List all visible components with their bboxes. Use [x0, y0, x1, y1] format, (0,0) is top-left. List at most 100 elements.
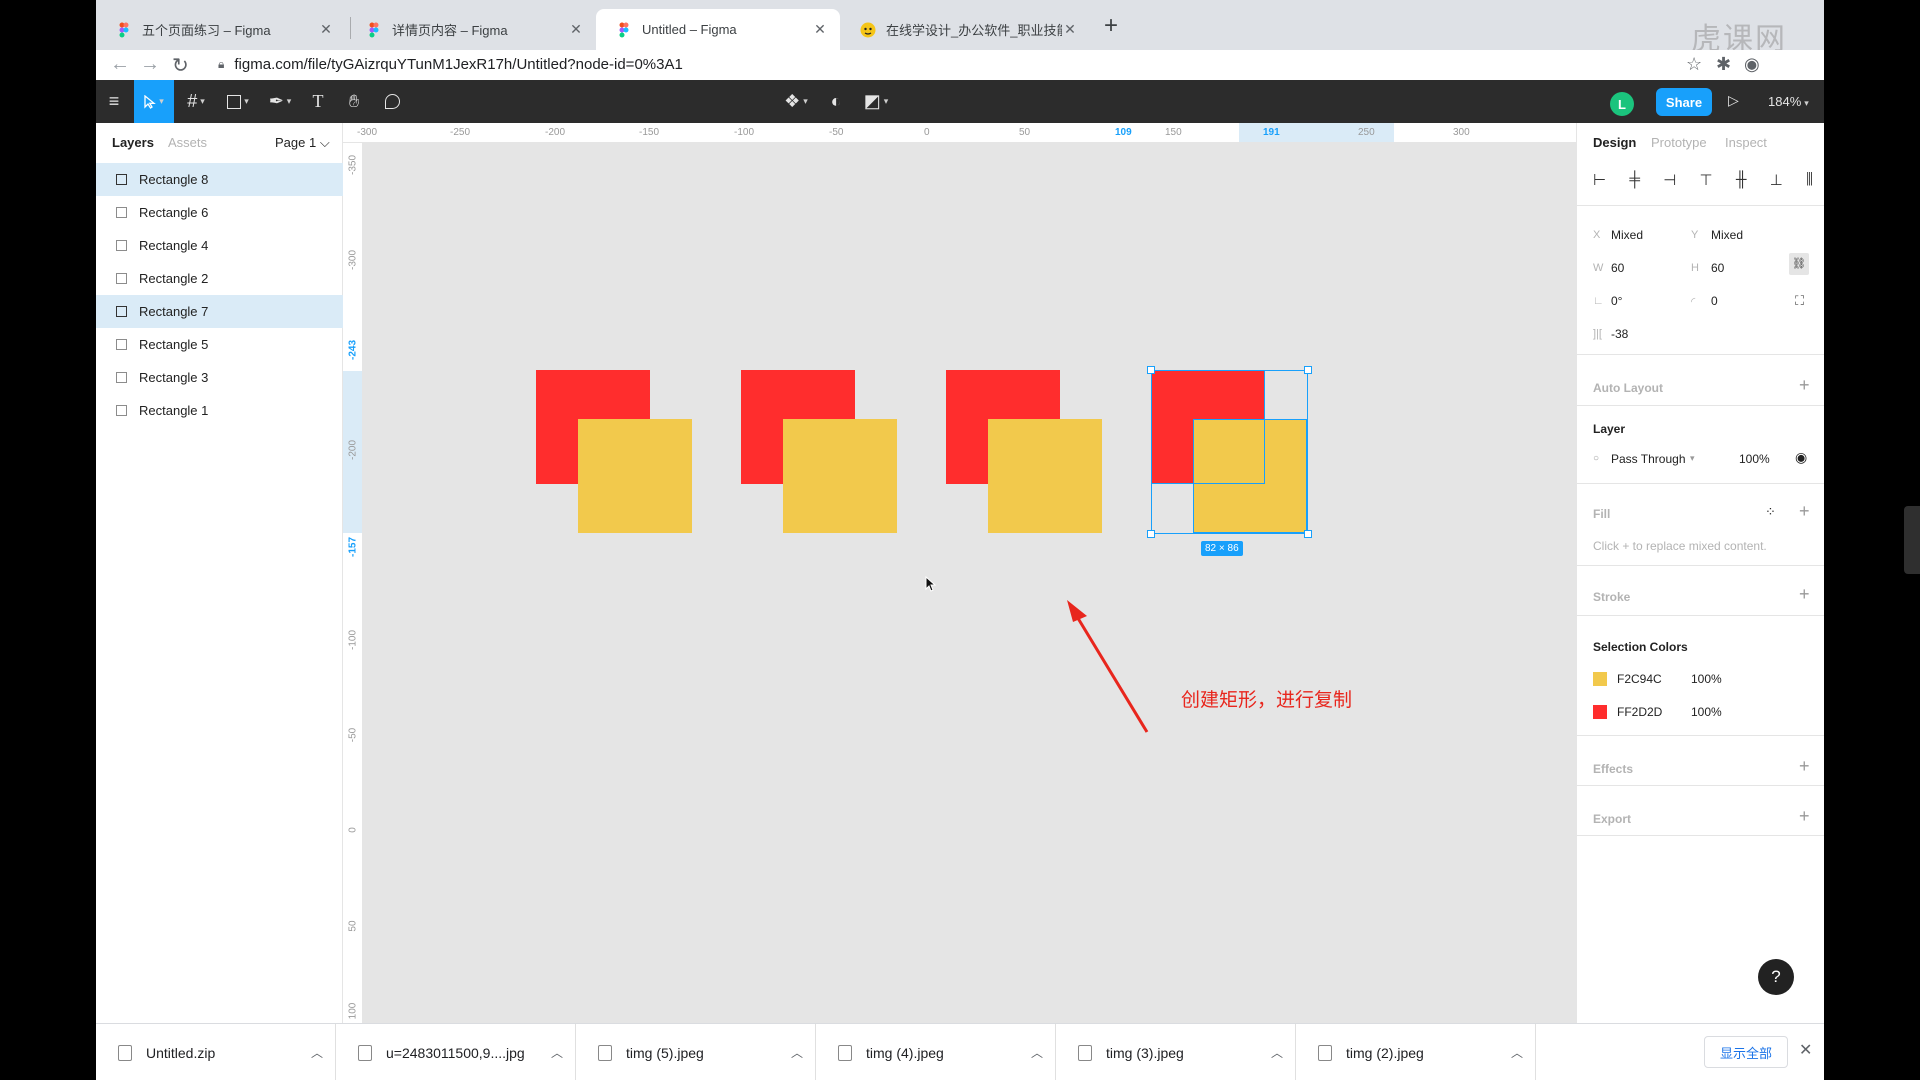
align-top-icon[interactable]: ⊤: [1700, 171, 1713, 189]
hand-tool[interactable]: ✋︎: [336, 80, 372, 123]
star-icon[interactable]: ☆: [1686, 54, 1702, 75]
close-icon[interactable]: ✕: [812, 21, 828, 38]
reload-icon[interactable]: ↻: [172, 53, 189, 78]
yellow-rectangle[interactable]: [783, 419, 897, 533]
rotation-field[interactable]: 0°: [1611, 294, 1622, 308]
comment-tool[interactable]: [374, 80, 410, 123]
blend-mode-select[interactable]: Pass Through: [1611, 452, 1686, 466]
layer-item[interactable]: Rectangle 8: [96, 163, 343, 196]
height-field[interactable]: 60: [1711, 261, 1724, 275]
download-item[interactable]: timg (3).jpeg ︿: [1056, 1024, 1296, 1080]
download-item[interactable]: timg (5).jpeg ︿: [576, 1024, 816, 1080]
chevron-up-icon[interactable]: ︿: [791, 1044, 803, 1061]
resize-handle[interactable]: [1304, 530, 1312, 538]
eye-icon[interactable]: ◉: [1795, 449, 1807, 466]
add-effect-icon[interactable]: +: [1799, 756, 1810, 777]
layer-item[interactable]: Rectangle 2: [96, 262, 343, 295]
new-tab-button[interactable]: +: [1104, 12, 1118, 40]
add-fill-icon[interactable]: +: [1799, 501, 1810, 522]
browser-tab[interactable]: 详情页内容 – Figma ✕: [346, 9, 596, 50]
tab-assets[interactable]: Assets: [168, 135, 207, 150]
x-field[interactable]: Mixed: [1611, 228, 1643, 242]
share-button[interactable]: Share: [1656, 88, 1712, 116]
distribute-icon[interactable]: ⫼: [1806, 171, 1813, 189]
layer-item[interactable]: Rectangle 4: [96, 229, 343, 262]
browser-tab-active[interactable]: Untitled – Figma ✕: [596, 9, 840, 50]
shape-tool[interactable]: ▾: [218, 80, 258, 123]
avatar[interactable]: L: [1610, 92, 1634, 116]
zoom-dropdown[interactable]: 184% ▾: [1768, 94, 1809, 109]
download-item[interactable]: timg (4).jpeg ︿: [816, 1024, 1056, 1080]
independent-corners-icon[interactable]: ⛶: [1795, 293, 1804, 309]
spacing-field[interactable]: -38: [1611, 327, 1628, 341]
close-icon[interactable]: ✕: [318, 21, 334, 38]
color-hex[interactable]: F2C94C: [1617, 672, 1662, 686]
align-right-icon[interactable]: ⊣: [1663, 171, 1676, 189]
constrain-proportions-icon[interactable]: ⛓︎: [1789, 253, 1809, 275]
pen-tool[interactable]: ✒︎ ▾: [260, 80, 300, 123]
canvas[interactable]: 82 × 86 创建矩形，进行复制: [363, 143, 1576, 1023]
color-opacity[interactable]: 100%: [1691, 705, 1722, 719]
yellow-rectangle[interactable]: [578, 419, 692, 533]
yellow-rectangle[interactable]: [988, 419, 1102, 533]
close-icon[interactable]: ✕: [568, 21, 584, 38]
layer-item[interactable]: Rectangle 5: [96, 328, 343, 361]
color-hex[interactable]: FF2D2D: [1617, 705, 1662, 719]
add-stroke-icon[interactable]: +: [1799, 584, 1810, 605]
download-item[interactable]: timg (2).jpeg ︿: [1296, 1024, 1536, 1080]
y-field[interactable]: Mixed: [1711, 228, 1743, 242]
move-tool[interactable]: ▾: [134, 80, 174, 123]
align-bottom-icon[interactable]: ⊥: [1770, 171, 1783, 189]
color-opacity[interactable]: 100%: [1691, 672, 1722, 686]
chevron-up-icon[interactable]: ︿: [1271, 1044, 1283, 1061]
download-item[interactable]: Untitled.zip ︿: [96, 1024, 336, 1080]
align-vertical-center-icon[interactable]: ╫: [1736, 171, 1747, 189]
selection-bounding-box[interactable]: [1151, 370, 1308, 534]
text-tool[interactable]: T: [302, 80, 334, 123]
resize-handle[interactable]: [1147, 530, 1155, 538]
menu-icon[interactable]: ≡: [96, 80, 132, 123]
browser-tab[interactable]: 五个页面练习 – Figma ✕: [96, 9, 346, 50]
align-horizontal-center-icon[interactable]: ╪: [1629, 171, 1640, 189]
tab-design[interactable]: Design: [1593, 135, 1636, 150]
chevron-up-icon[interactable]: ︿: [551, 1044, 563, 1061]
play-icon[interactable]: ▷: [1728, 92, 1739, 109]
styles-icon[interactable]: ⁘: [1765, 504, 1776, 520]
extension-icon[interactable]: ✱: [1716, 54, 1731, 75]
browser-tab[interactable]: 在线学设计_办公软件_职业技能 ✕: [840, 9, 1090, 50]
add-auto-layout-icon[interactable]: +: [1799, 375, 1810, 396]
url-field[interactable]: 🔒︎ figma.com/file/tyGAizrquYTunM1JexR17h…: [208, 50, 1778, 78]
tab-layers[interactable]: Layers: [112, 135, 154, 150]
color-swatch[interactable]: [1593, 672, 1607, 686]
layer-opacity-field[interactable]: 100%: [1739, 452, 1770, 466]
resize-handle[interactable]: [1147, 366, 1155, 374]
chevron-up-icon[interactable]: ︿: [1031, 1044, 1043, 1061]
chevron-up-icon[interactable]: ︿: [311, 1044, 323, 1061]
boolean-tool[interactable]: ◩ ▾: [854, 80, 898, 123]
back-icon[interactable]: ←: [110, 53, 130, 76]
side-edge-tab[interactable]: [1904, 506, 1920, 574]
frame-tool[interactable]: # ▾: [176, 80, 216, 123]
show-all-button[interactable]: 显示全部: [1704, 1036, 1788, 1068]
add-export-icon[interactable]: +: [1799, 806, 1810, 827]
color-swatch[interactable]: [1593, 705, 1607, 719]
resize-handle[interactable]: [1304, 366, 1312, 374]
mask-tool[interactable]: ◐: [820, 80, 852, 123]
tab-prototype[interactable]: Prototype: [1651, 135, 1707, 150]
forward-icon[interactable]: →: [140, 53, 160, 76]
chevron-up-icon[interactable]: ︿: [1511, 1044, 1523, 1061]
layer-item[interactable]: Rectangle 6: [96, 196, 343, 229]
profile-icon[interactable]: ◉: [1744, 54, 1760, 75]
close-icon[interactable]: ✕: [1799, 1040, 1812, 1060]
width-field[interactable]: 60: [1611, 261, 1624, 275]
layer-item[interactable]: Rectangle 7: [96, 295, 343, 328]
layer-item[interactable]: Rectangle 1: [96, 394, 343, 427]
align-left-icon[interactable]: ⊢: [1593, 171, 1606, 189]
download-item[interactable]: u=2483011500,9....jpg ︿: [336, 1024, 576, 1080]
help-icon[interactable]: ?: [1758, 959, 1794, 995]
corner-radius-field[interactable]: 0: [1711, 294, 1718, 308]
tab-inspect[interactable]: Inspect: [1725, 135, 1767, 150]
layer-item[interactable]: Rectangle 3: [96, 361, 343, 394]
component-tool[interactable]: ❖ ▾: [776, 80, 816, 123]
close-icon[interactable]: ✕: [1062, 21, 1078, 38]
